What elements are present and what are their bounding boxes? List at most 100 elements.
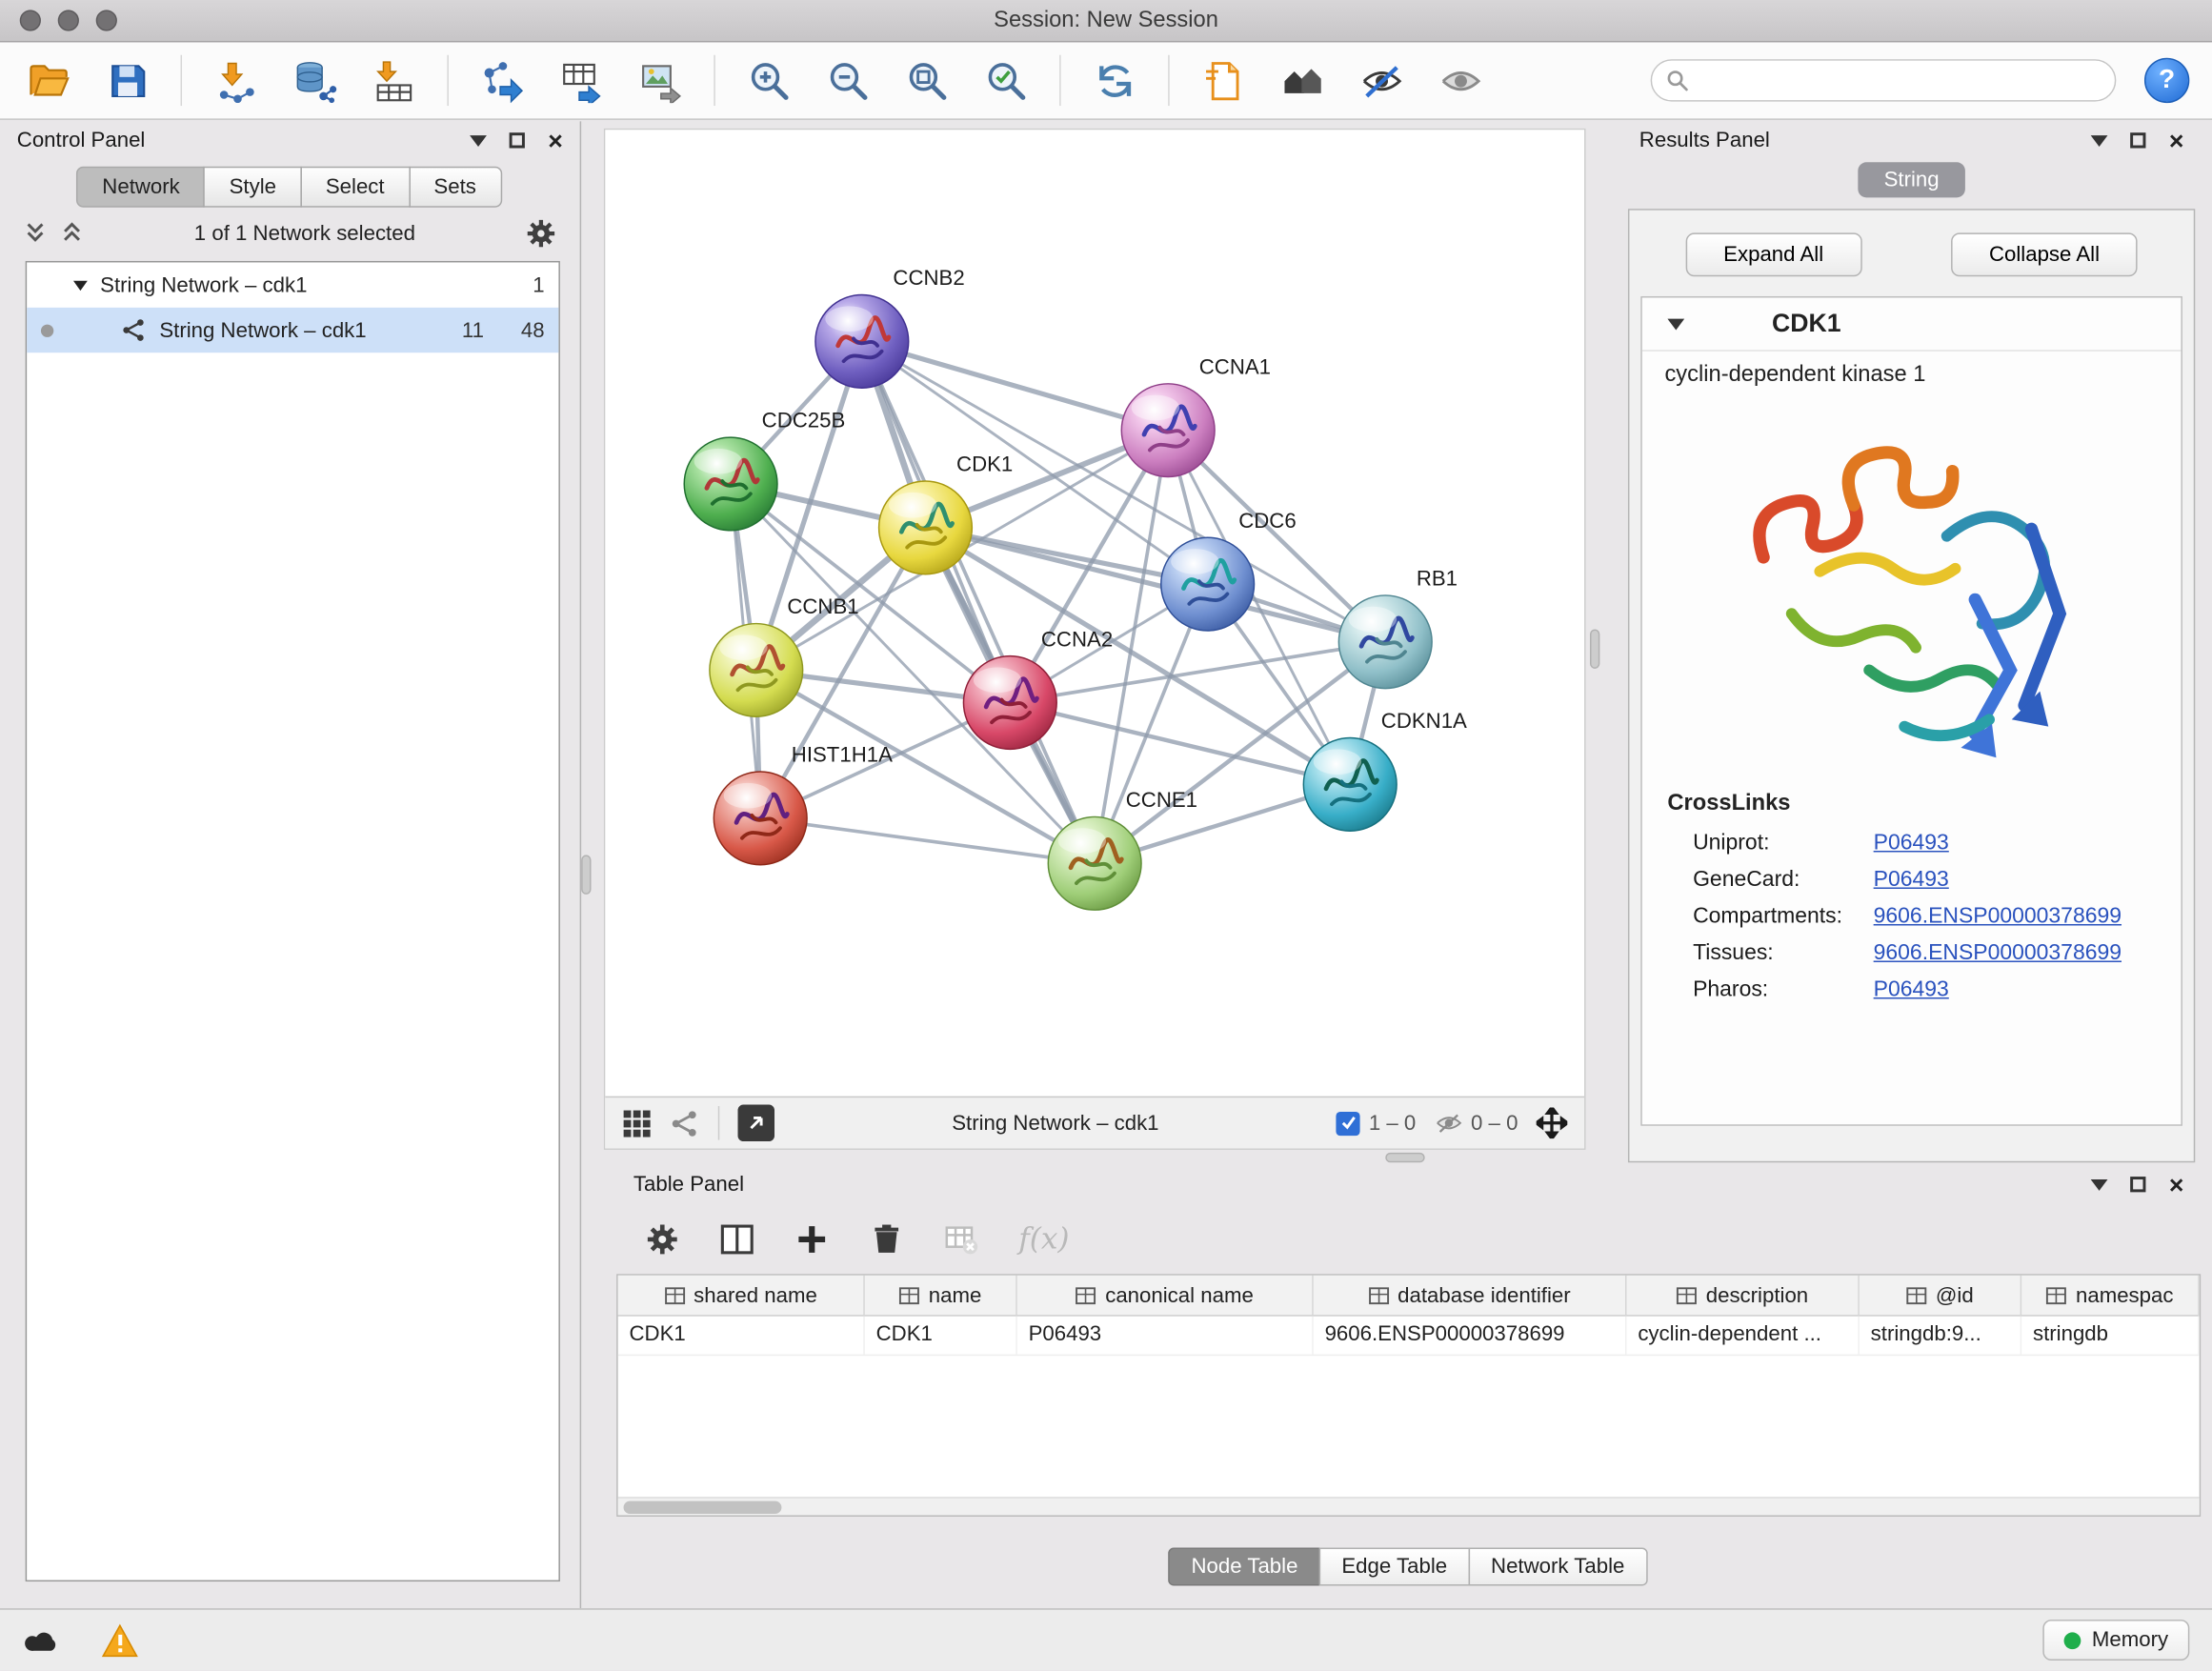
column-header-shared-name[interactable]: shared name	[618, 1276, 865, 1315]
zoom-fit-button[interactable]	[901, 55, 952, 106]
network-edge[interactable]	[862, 341, 1168, 430]
network-node-ccnb2[interactable]: CCNB2	[815, 266, 965, 388]
float-panel-icon[interactable]	[2091, 1178, 2108, 1190]
cell-name[interactable]: CDK1	[865, 1317, 1017, 1355]
annotation-button[interactable]	[1197, 55, 1248, 106]
show-columns-icon[interactable]	[719, 1221, 754, 1257]
delete-column-icon[interactable]	[869, 1221, 904, 1257]
network-node-ccnb1[interactable]: CCNB1	[710, 594, 859, 716]
maximize-panel-icon[interactable]	[2131, 1177, 2146, 1192]
crosslink-link[interactable]: 9606.ENSP00000378699	[1874, 941, 2122, 967]
show-all-button[interactable]	[1435, 55, 1485, 106]
hide-selected-button[interactable]	[1356, 55, 1406, 106]
crosslink-link[interactable]: P06493	[1874, 831, 1949, 856]
tab-style[interactable]: Style	[204, 167, 302, 208]
cell-shared-name[interactable]: CDK1	[618, 1317, 865, 1355]
network-view-icon[interactable]	[670, 1108, 699, 1137]
tab-network[interactable]: Network	[77, 167, 206, 208]
expand-all-button[interactable]: Expand All	[1685, 232, 1861, 276]
scrollbar-thumb[interactable]	[624, 1501, 782, 1514]
float-panel-icon[interactable]	[2091, 134, 2108, 146]
expand-all-networks-icon[interactable]	[59, 220, 85, 246]
collapse-all-networks-icon[interactable]	[23, 220, 49, 246]
export-image-button[interactable]	[634, 55, 685, 106]
search-input[interactable]	[1699, 70, 2101, 92]
crosslink-link[interactable]: 9606.ENSP00000378699	[1874, 904, 2122, 930]
network-collection-row[interactable]: String Network – cdk1 1	[27, 262, 558, 307]
cloud-icon[interactable]	[23, 1623, 65, 1658]
collapse-collection-icon[interactable]	[73, 280, 88, 290]
hidden-eye-icon[interactable]	[1435, 1109, 1463, 1137]
float-panel-icon[interactable]	[471, 134, 488, 146]
zoom-window-button[interactable]	[96, 10, 117, 30]
column-header-canonical-name[interactable]: canonical name	[1017, 1276, 1314, 1315]
network-node-cdkn1a[interactable]: CDKN1A	[1303, 709, 1467, 831]
maximize-panel-icon[interactable]	[2131, 132, 2146, 148]
crosslink-link[interactable]: P06493	[1874, 868, 1949, 894]
right-splitter-handle[interactable]	[1590, 629, 1599, 668]
protein-section-header[interactable]: CDK1	[1642, 297, 2182, 351]
column-header-namespace[interactable]: namespac	[2021, 1276, 2200, 1315]
export-network-button[interactable]	[477, 55, 528, 106]
cell-canonical-name[interactable]: P06493	[1017, 1317, 1314, 1355]
cell-description[interactable]: cyclin-dependent ...	[1626, 1317, 1859, 1355]
column-header-name[interactable]: name	[865, 1276, 1017, 1315]
zoom-in-button[interactable]	[743, 55, 794, 106]
network-edge[interactable]	[925, 528, 1385, 642]
network-node-hist1h1a[interactable]: HIST1H1A	[714, 743, 893, 865]
help-button[interactable]: ?	[2144, 58, 2189, 103]
pan-crosshair-icon[interactable]	[1537, 1108, 1568, 1139]
tab-edge-table[interactable]: Edge Table	[1319, 1548, 1470, 1586]
tab-network-table[interactable]: Network Table	[1468, 1548, 1647, 1586]
tab-sets[interactable]: Sets	[409, 167, 502, 208]
horizontal-scrollbar[interactable]	[618, 1497, 2200, 1515]
network-node-ccna1[interactable]: CCNA1	[1121, 354, 1271, 476]
minimize-window-button[interactable]	[58, 10, 79, 30]
refresh-view-button[interactable]	[1089, 55, 1139, 106]
maximize-panel-icon[interactable]	[510, 132, 525, 148]
column-header-database-identifier[interactable]: database identifier	[1314, 1276, 1627, 1315]
network-canvas[interactable]: CCNB2CCNA1CDC25BCDK1CDC6RB1CCNB1CCNA2CDK…	[605, 130, 1584, 1096]
left-splitter-handle[interactable]	[581, 855, 591, 894]
warning-icon[interactable]	[102, 1623, 139, 1658]
import-network-file-button[interactable]	[211, 55, 261, 106]
collapse-all-button[interactable]: Collapse All	[1951, 232, 2138, 276]
network-node-cdk1[interactable]: CDK1	[879, 453, 1014, 574]
close-panel-icon[interactable]: ×	[2169, 1172, 2184, 1198]
memory-button[interactable]: Memory	[2042, 1620, 2189, 1661]
network-node-rb1[interactable]: RB1	[1338, 567, 1458, 689]
import-network-database-button[interactable]	[290, 55, 340, 106]
grid-view-icon[interactable]	[622, 1108, 652, 1137]
close-panel-icon[interactable]: ×	[2169, 128, 2184, 153]
collapse-section-icon[interactable]	[1667, 318, 1684, 330]
search-box[interactable]	[1651, 59, 2117, 101]
open-session-button[interactable]	[23, 55, 73, 106]
zoom-out-button[interactable]	[822, 55, 873, 106]
cell-namespace[interactable]: stringdb	[2021, 1317, 2200, 1355]
close-window-button[interactable]	[20, 10, 41, 30]
close-panel-icon[interactable]: ×	[548, 128, 563, 153]
cell-database-identifier[interactable]: 9606.ENSP00000378699	[1314, 1317, 1627, 1355]
tab-select[interactable]: Select	[300, 167, 410, 208]
network-row[interactable]: String Network – cdk1 11 48	[27, 308, 558, 352]
network-edge[interactable]	[862, 341, 1095, 863]
save-session-button[interactable]	[102, 55, 152, 106]
table-row[interactable]: CDK1 CDK1 P06493 9606.ENSP00000378699 cy…	[618, 1317, 2200, 1356]
selected-checkbox-icon[interactable]	[1337, 1111, 1360, 1135]
import-table-file-button[interactable]	[369, 55, 419, 106]
bottom-splitter-handle[interactable]	[1385, 1153, 1424, 1162]
column-header-id[interactable]: @id	[1860, 1276, 2021, 1315]
add-column-icon[interactable]	[794, 1221, 830, 1257]
cell-id[interactable]: stringdb:9...	[1860, 1317, 2021, 1355]
export-table-button[interactable]	[555, 55, 606, 106]
tab-node-table[interactable]: Node Table	[1169, 1548, 1320, 1586]
network-edge[interactable]	[760, 818, 1095, 863]
gear-icon[interactable]	[525, 216, 557, 249]
table-settings-gear-icon[interactable]	[645, 1221, 680, 1257]
home-view-button[interactable]	[1277, 55, 1327, 106]
birdseye-view-button[interactable]	[738, 1105, 775, 1142]
crosslink-link[interactable]: P06493	[1874, 977, 1949, 1003]
tab-string[interactable]: String	[1859, 162, 1964, 197]
zoom-selected-button[interactable]	[980, 55, 1031, 106]
column-header-description[interactable]: description	[1626, 1276, 1859, 1315]
